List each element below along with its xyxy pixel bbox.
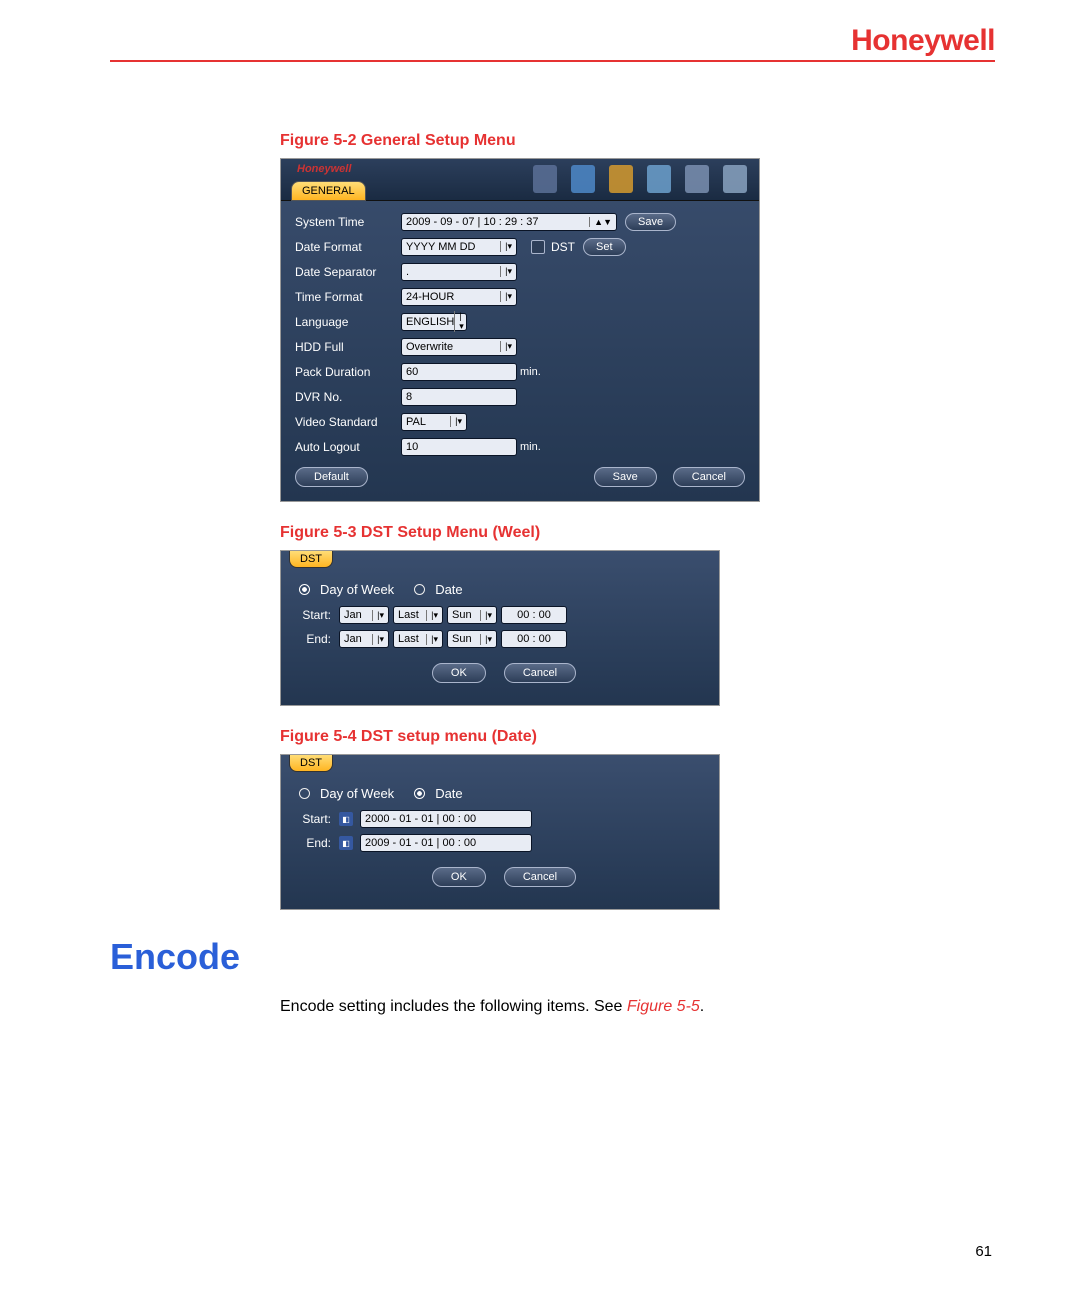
system-time-label: System Time [295,215,401,229]
dst-start-week[interactable]: Last|▾ [393,606,443,624]
auto-logout-label: Auto Logout [295,440,401,454]
tools-icon[interactable] [685,165,709,193]
radio-date-label-2: Date [435,786,462,801]
dst-week-panel: DST Day of Week Date Start: Jan|▾ Last|▾… [280,550,720,706]
video-standard-select[interactable]: PAL|▾ [401,413,467,431]
calendar-icon[interactable]: ◧ [339,812,353,826]
auto-unit: min. [520,441,541,453]
info-icon[interactable] [571,165,595,193]
auto-logout-input[interactable]: 10 [401,438,517,456]
language-select[interactable]: ENGLISH|▾ [401,313,467,331]
radio-dow-label-2: Day of Week [320,786,394,801]
dst-end-label: End: [295,632,335,646]
dst-set-button[interactable]: Set [583,238,626,256]
dst-start-month[interactable]: Jan|▾ [339,606,389,624]
section-heading-encode: Encode [110,936,995,978]
pack-unit: min. [520,366,541,378]
panel-brand: Honeywell [297,163,351,175]
save-time-button[interactable]: Save [625,213,676,231]
panel-nav: Honeywell GENERAL [281,159,759,201]
dst-end-month[interactable]: Jan|▾ [339,630,389,648]
pack-duration-input[interactable]: 60 [401,363,517,381]
date-separator-select[interactable]: .|▾ [401,263,517,281]
hdd-full-select[interactable]: Overwrite|▾ [401,338,517,356]
hdd-full-label: HDD Full [295,340,401,354]
tab-general[interactable]: GENERAL [291,181,366,201]
radio-day-of-week[interactable] [299,584,310,595]
dst-start-label-2: Start: [295,812,335,826]
date-format-label: Date Format [295,240,401,254]
radio-date[interactable] [414,584,425,595]
search-icon[interactable] [533,165,557,193]
time-format-label: Time Format [295,290,401,304]
radio-dow-label: Day of Week [320,582,394,597]
disk-icon[interactable] [723,165,747,193]
dst-cancel-button-2[interactable]: Cancel [504,867,576,887]
dst-end-label-2: End: [295,836,335,850]
time-format-select[interactable]: 24-HOUR|▾ [401,288,517,306]
dst-checkbox[interactable] [531,240,545,254]
dst-start-time[interactable]: 00 : 00 [501,606,567,624]
figure-caption-5-4: Figure 5-4 DST setup menu (Date) [280,728,995,746]
cancel-button[interactable]: Cancel [673,467,745,487]
radio-date-label: Date [435,582,462,597]
dst-end-time[interactable]: 00 : 00 [501,630,567,648]
settings-icon[interactable] [609,165,633,193]
video-standard-label: Video Standard [295,415,401,429]
page-number: 61 [975,1243,992,1260]
radio-day-of-week-2[interactable] [299,788,310,799]
dst-date-panel: DST Day of Week Date Start: ◧ 2000 - 01 … [280,754,720,910]
dst-start-date-input[interactable]: 2000 - 01 - 01 | 00 : 00 [360,810,532,828]
dvr-no-input[interactable]: 8 [401,388,517,406]
dst-cancel-button[interactable]: Cancel [504,663,576,683]
network-icon[interactable] [647,165,671,193]
dst-start-label: Start: [295,608,335,622]
dst-end-date-input[interactable]: 2009 - 01 - 01 | 00 : 00 [360,834,532,852]
dst-end-day[interactable]: Sun|▾ [447,630,497,648]
radio-date-2[interactable] [414,788,425,799]
date-separator-label: Date Separator [295,265,401,279]
dvr-no-label: DVR No. [295,390,401,404]
save-button[interactable]: Save [594,467,657,487]
figure-caption-5-3: Figure 5-3 DST Setup Menu (Weel) [280,524,995,542]
figure-reference: Figure 5-5 [627,998,700,1015]
body-paragraph: Encode setting includes the following it… [280,998,995,1016]
brand-logo: Honeywell [851,24,995,58]
general-setup-panel: Honeywell GENERAL System Time 2009 - 09 … [280,158,760,502]
dst-ok-button[interactable]: OK [432,663,486,683]
dst-end-week[interactable]: Last|▾ [393,630,443,648]
dst-label: DST [551,240,575,254]
pack-duration-label: Pack Duration [295,365,401,379]
figure-caption-5-2: Figure 5-2 General Setup Menu [280,132,995,150]
dst-ok-button-2[interactable]: OK [432,867,486,887]
default-button[interactable]: Default [295,467,368,487]
dst-start-day[interactable]: Sun|▾ [447,606,497,624]
dst-tab-2[interactable]: DST [289,755,333,772]
language-label: Language [295,315,401,329]
dst-tab[interactable]: DST [289,551,333,568]
calendar-icon-2[interactable]: ◧ [339,836,353,850]
system-time-input[interactable]: 2009 - 09 - 07 | 10 : 29 : 37▲▼ [401,213,617,231]
date-format-select[interactable]: YYYY MM DD|▾ [401,238,517,256]
